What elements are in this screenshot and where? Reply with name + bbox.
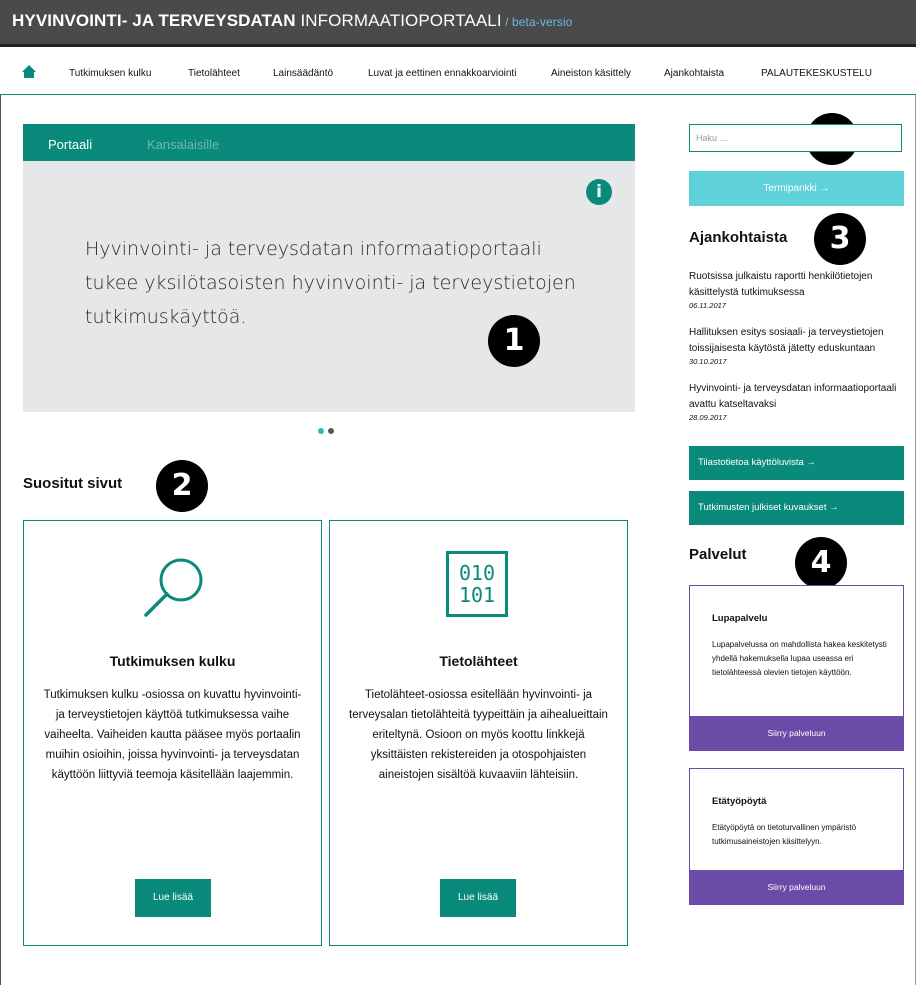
- news-title: Ajankohtaista: [689, 229, 788, 246]
- site-title[interactable]: HYVINVOINTI- JA TERVEYSDATAN INFORMAATIO…: [12, 11, 572, 31]
- service-card-etatyopoyta: Etätyöpöytä Etätyöpöytä on tietoturvalli…: [689, 768, 904, 905]
- nav-item-tutkimuksen-kulku[interactable]: Tutkimuksen kulku: [69, 68, 151, 79]
- studies-button[interactable]: Tutkimusten julkiset kuvaukset →: [689, 491, 904, 525]
- nav-item-ajankohtaista[interactable]: Ajankohtaista: [664, 68, 724, 79]
- search-input[interactable]: Haku …: [689, 124, 902, 152]
- news-item-title[interactable]: Ruotsissa julkaistu raportti henkilötiet…: [689, 269, 904, 301]
- info-icon[interactable]: i: [586, 179, 612, 205]
- carousel-dots: [318, 421, 338, 439]
- news-item[interactable]: Hallituksen esitys sosiaali- ja terveyst…: [689, 325, 904, 367]
- nav-item-lainsaadanto[interactable]: Lainsäädäntö: [273, 68, 333, 79]
- card-description: Tutkimuksen kulku -osiossa on kuvattu hy…: [43, 689, 302, 781]
- news-item[interactable]: Hyvinvointi- ja terveysdatan informaatio…: [689, 381, 904, 423]
- go-to-service-button[interactable]: Siirry palveluun: [689, 870, 904, 905]
- card-description: Tietolähteet-osiossa esitellään hyvinvoi…: [349, 689, 608, 781]
- hero-carousel: Portaali Kansalaisille i Hyvinvointi- ja…: [23, 124, 635, 412]
- search-placeholder: Haku …: [696, 133, 729, 143]
- news-item-title[interactable]: Hallituksen esitys sosiaali- ja terveyst…: [689, 325, 904, 357]
- home-icon[interactable]: [22, 65, 36, 83]
- site-header: HYVINVOINTI- JA TERVEYSDATAN INFORMAATIO…: [0, 0, 916, 47]
- carousel-dot-2[interactable]: [328, 428, 334, 434]
- binary-icon: 010 101: [446, 551, 508, 617]
- card-title: Tietolähteet: [439, 653, 518, 669]
- nav-item-aineiston-kasittely[interactable]: Aineiston käsittely: [551, 68, 631, 79]
- binary-line-2: 101: [458, 583, 496, 607]
- service-description: Lupapalvelussa on mahdollista hakea kesk…: [712, 640, 887, 677]
- carousel-dot-1[interactable]: [318, 428, 324, 434]
- news-item-date: 30.10.2017: [689, 357, 727, 366]
- beta-label: / beta-versio: [501, 15, 573, 29]
- site-title-rest: INFORMAATIOPORTAALI: [295, 11, 502, 30]
- card-tietolahteet: 010 101 Tietolähteet Tietolähteet-osioss…: [329, 520, 628, 946]
- service-title: Etätyöpöytä: [712, 796, 767, 807]
- card-title: Tutkimuksen kulku: [109, 653, 236, 669]
- service-description: Etätyöpöytä on tietoturvallinen ympärist…: [712, 823, 857, 846]
- news-item[interactable]: Ruotsissa julkaistu raportti henkilötiet…: [689, 269, 904, 311]
- popular-pages-title: Suositut sivut: [23, 475, 123, 492]
- tab-portaali[interactable]: Portaali: [48, 137, 92, 152]
- tab-kansalaisille[interactable]: Kansalaisille: [147, 137, 219, 152]
- card-tutkimuksen-kulku: Tutkimuksen kulku Tutkimuksen kulku -osi…: [23, 520, 322, 946]
- callout-badge-3: 3: [814, 213, 866, 265]
- news-item-title[interactable]: Hyvinvointi- ja terveysdatan informaatio…: [689, 381, 904, 413]
- news-item-date: 28.09.2017: [689, 413, 727, 422]
- service-card-lupapalvelu: Lupapalvelu Lupapalvelussa on mahdollist…: [689, 585, 904, 751]
- callout-badge-1: 1: [488, 315, 540, 367]
- binary-line-1: 010: [458, 561, 496, 585]
- termipankki-button[interactable]: Termipankki →: [689, 171, 904, 206]
- magnifier-icon: [141, 555, 207, 626]
- main-nav: Tutkimuksen kulku Tietolähteet Lainsäädä…: [0, 47, 916, 95]
- nav-item-palautekeskustelu[interactable]: PALAUTEKESKUSTELU: [761, 68, 872, 79]
- news-item-date: 06.11.2017: [689, 301, 726, 310]
- stats-button[interactable]: Tilastotietoa käyttöluvista →: [689, 446, 904, 480]
- callout-badge-2: 2: [156, 460, 208, 512]
- nav-item-luvat[interactable]: Luvat ja eettinen ennakkoarviointi: [368, 68, 516, 79]
- service-title: Lupapalvelu: [712, 613, 768, 624]
- read-more-button[interactable]: Lue lisää: [135, 879, 211, 917]
- go-to-service-button[interactable]: Siirry palveluun: [689, 716, 904, 751]
- carousel-tabs: Portaali Kansalaisille: [23, 124, 635, 161]
- callout-badge-4: 4: [795, 537, 847, 589]
- services-title: Palvelut: [689, 546, 747, 563]
- nav-item-tietolahteet[interactable]: Tietolähteet: [188, 68, 240, 79]
- read-more-button[interactable]: Lue lisää: [440, 879, 516, 917]
- site-title-bold: HYVINVOINTI- JA TERVEYSDATAN: [12, 11, 296, 30]
